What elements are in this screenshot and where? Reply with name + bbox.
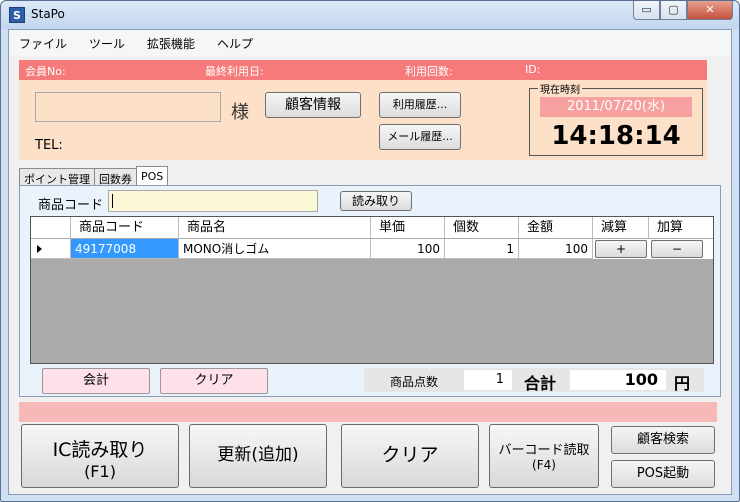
checkout-button[interactable]: 会計 (42, 368, 150, 394)
tel-label: TEL: (35, 138, 63, 153)
column-header-qty[interactable]: 個数 (445, 217, 519, 239)
table-row[interactable]: 49177008 MONO消しゴム 100 1 100 + − (31, 239, 713, 259)
customer-search-button[interactable]: 顧客検索 (611, 426, 715, 454)
barcode-read-label: バーコード読取 (498, 443, 590, 458)
ic-read-shortcut: (F1) (84, 462, 116, 481)
cell-name[interactable]: MONO消しゴム (179, 239, 371, 259)
clear-button[interactable]: クリア (341, 424, 479, 488)
window-controls: ▭ ▢ ✕ (633, 1, 733, 20)
usage-count-label: 利用回数: (405, 65, 453, 78)
subtract-button[interactable]: + (595, 240, 647, 258)
id-label: ID: (525, 63, 541, 76)
customer-info-bar: 会員No: 最終利用日: 利用回数: ID: (19, 60, 707, 80)
ic-read-button[interactable]: IC読み取り (F1) (21, 424, 179, 488)
product-code-input[interactable] (108, 190, 318, 212)
clock-label: 現在時刻 (538, 81, 582, 96)
customer-info-button[interactable]: 顧客情報 (265, 92, 361, 118)
mail-history-button[interactable]: メール履歴... (379, 124, 461, 150)
pos-start-button[interactable]: POS起動 (611, 460, 715, 488)
tab-strip: ポイント管理 回数券 POS (19, 166, 169, 188)
row-header-column (31, 217, 71, 239)
title-bar: S StaPo ▭ ▢ ✕ (1, 1, 739, 29)
menu-file[interactable]: ファイル (19, 35, 67, 52)
total-value: 100 (570, 370, 666, 390)
item-count-value: 1 (464, 370, 512, 390)
column-header-subtract[interactable]: 減算 (593, 217, 649, 239)
client-area: ファイル ツール 拡張機能 ヘルプ 会員No: 最終利用日: 利用回数: ID:… (8, 29, 732, 495)
cell-amount[interactable]: 100 (519, 239, 593, 259)
total-label: 合計 (524, 374, 557, 393)
clock-box: 現在時刻 2011/07/20(水) 14:18:14 (529, 81, 703, 156)
last-used-label: 最終利用日: (205, 65, 264, 78)
menu-extensions[interactable]: 拡張機能 (147, 35, 195, 52)
order-summary: 商品点数 1 合計 100 円 (364, 368, 704, 393)
pos-panel: 商品コード 読み取り 商品コード 商品名 単価 個数 金額 減算 加算 4917… (19, 185, 721, 397)
column-header-code[interactable]: 商品コード (71, 217, 179, 239)
minimize-button[interactable]: ▭ (633, 1, 660, 20)
app-window: S StaPo ▭ ▢ ✕ ファイル ツール 拡張機能 ヘルプ 会員No: 最終… (0, 0, 740, 502)
item-count-label: 商品点数 (390, 375, 439, 389)
current-date: 2011/07/20(水) (540, 97, 692, 117)
product-code-label: 商品コード (38, 198, 104, 213)
honorific-label: 様 (231, 102, 249, 123)
menu-bar: ファイル ツール 拡張機能 ヘルプ (9, 30, 731, 56)
column-header-amount[interactable]: 金額 (519, 217, 593, 239)
ic-read-label: IC読み取り (52, 439, 148, 461)
update-button[interactable]: 更新(追加) (189, 424, 327, 488)
product-grid: 商品コード 商品名 単価 個数 金額 減算 加算 49177008 MONO消し… (30, 216, 714, 364)
pos-clear-button[interactable]: クリア (160, 368, 268, 394)
menu-help[interactable]: ヘルプ (217, 35, 253, 52)
cell-price[interactable]: 100 (371, 239, 445, 259)
text-caret (112, 194, 113, 208)
barcode-read-button[interactable]: バーコード読取 (F4) (489, 424, 599, 488)
customer-panel: 会員No: 最終利用日: 利用回数: ID: 様 TEL: 顧客情報 利用履歴.… (19, 60, 707, 160)
current-time: 14:18:14 (551, 121, 681, 151)
yen-label: 円 (674, 374, 691, 393)
read-button[interactable]: 読み取り (340, 191, 412, 211)
close-button[interactable]: ✕ (687, 1, 733, 20)
app-icon: S (9, 7, 25, 23)
menu-tools[interactable]: ツール (89, 35, 125, 52)
column-header-price[interactable]: 単価 (371, 217, 445, 239)
status-strip (19, 402, 717, 422)
add-button[interactable]: − (651, 240, 703, 258)
row-header[interactable] (31, 239, 71, 259)
current-row-arrow-icon (37, 245, 42, 253)
cell-qty[interactable]: 1 (445, 239, 519, 259)
usage-history-button[interactable]: 利用履歴... (379, 92, 461, 118)
barcode-read-shortcut: (F4) (532, 458, 556, 472)
column-header-name[interactable]: 商品名 (179, 217, 371, 239)
customer-name-field[interactable] (35, 92, 221, 122)
cell-code[interactable]: 49177008 (71, 239, 179, 259)
window-title: StaPo (31, 7, 65, 21)
member-no-label: 会員No: (25, 65, 66, 78)
column-header-add[interactable]: 加算 (649, 217, 713, 239)
maximize-button[interactable]: ▢ (660, 1, 687, 20)
grid-header: 商品コード 商品名 単価 個数 金額 減算 加算 (31, 217, 713, 239)
